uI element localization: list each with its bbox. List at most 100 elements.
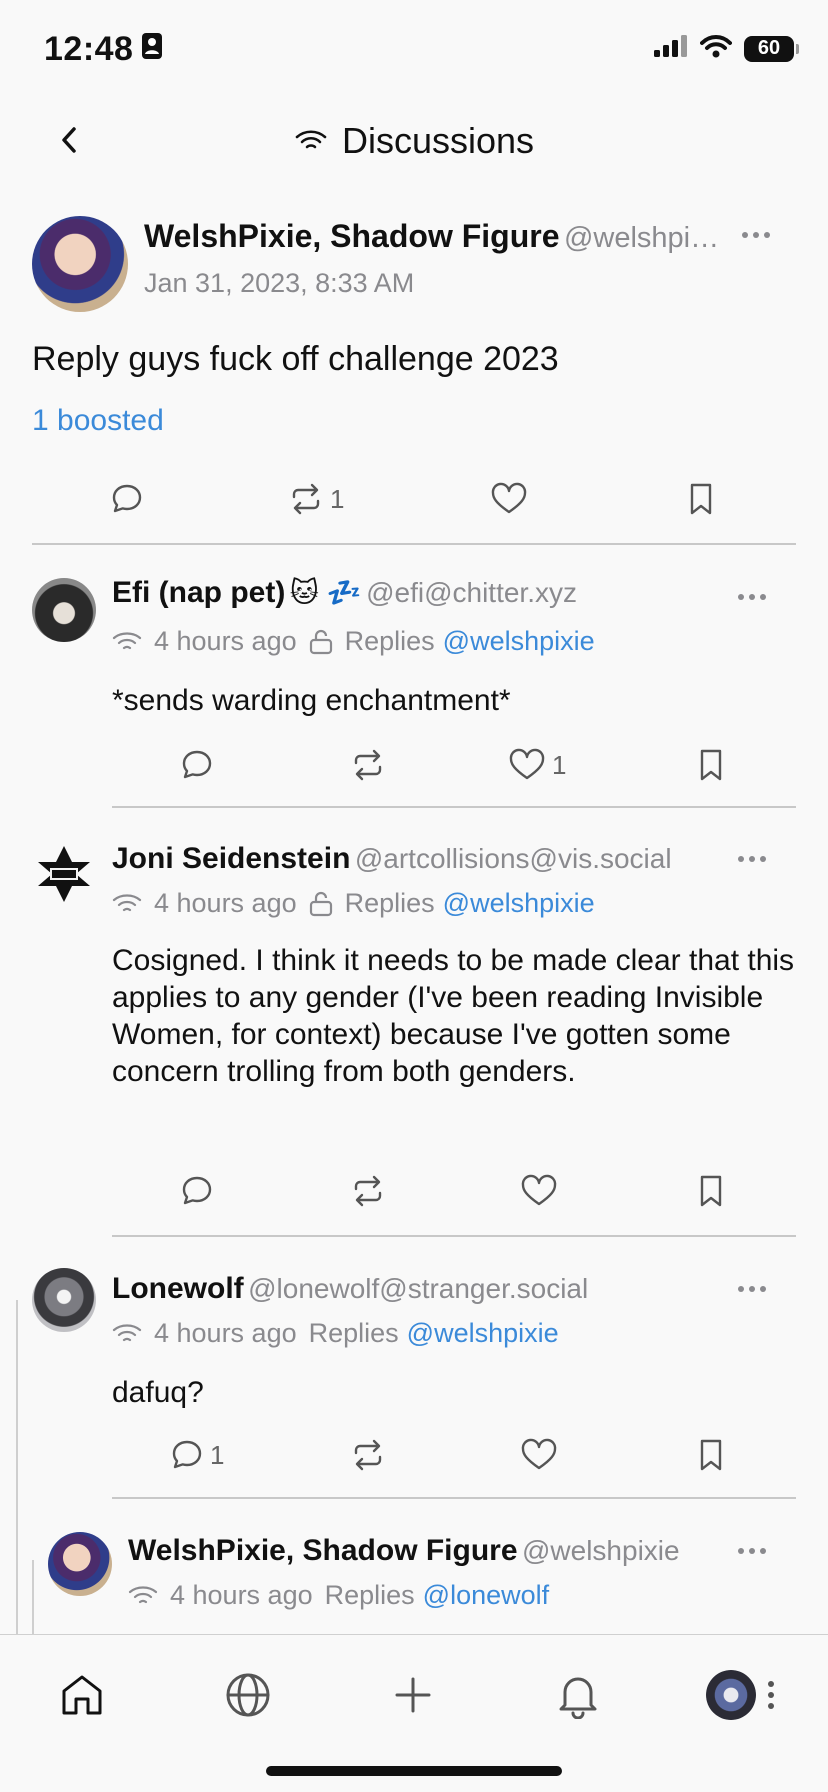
tab-notifications[interactable]	[548, 1665, 608, 1725]
reply-button[interactable]: 1	[170, 1438, 224, 1472]
author-handle: @efi@chitter.xyz	[366, 577, 577, 608]
comment-icon	[172, 1440, 202, 1469]
bookmark-icon	[700, 749, 722, 781]
lock-open-icon	[309, 891, 332, 916]
author-handle: @welshpi…	[563, 222, 720, 254]
post-time: 4 hours ago	[170, 1580, 313, 1610]
more-options-button[interactable]	[738, 854, 768, 864]
avatar[interactable]	[32, 842, 96, 906]
title-text: Discussions	[341, 120, 535, 161]
post-text: dafuq?	[112, 1376, 204, 1409]
like-button[interactable]	[520, 1438, 558, 1472]
divider	[112, 1497, 796, 1499]
thread-line	[16, 1300, 18, 1640]
reply-author-line: WelshPixie, Shadow Figure @welshpixie	[128, 1534, 680, 1568]
bookmark-icon	[700, 1439, 722, 1471]
boost-button[interactable]	[350, 748, 386, 782]
reply-button[interactable]	[110, 482, 144, 516]
lock-open-icon	[309, 629, 332, 654]
wifi-icon	[112, 631, 142, 649]
avatar[interactable]	[32, 216, 128, 312]
more-options-button[interactable]	[738, 592, 768, 602]
author-name[interactable]: Lonewolf	[112, 1272, 244, 1305]
status-indicators: 60	[654, 34, 799, 63]
reply-author-line: Efi (nap pet) 🐱 💤 @efi@chitter.xyz	[112, 576, 577, 610]
clock-text: 12:48	[44, 30, 134, 68]
boosted-link[interactable]: 1 boosted	[32, 404, 164, 438]
reply-meta: 4 hours ago Replies @welshpixie	[112, 888, 595, 919]
home-indicator	[266, 1766, 562, 1776]
status-time: 12:48	[44, 30, 163, 69]
reply-author-line: Joni Seidenstein @artcollisions@vis.soci…	[112, 842, 672, 876]
replies-label: Replies	[344, 626, 435, 656]
author-handle: @welshpixie	[521, 1535, 680, 1566]
author-name[interactable]: WelshPixie, Shadow Figure	[144, 218, 560, 254]
like-button[interactable]	[520, 1174, 558, 1208]
tab-compose[interactable]	[383, 1665, 443, 1725]
tab-explore[interactable]	[218, 1665, 278, 1725]
boost-button[interactable]: 1	[288, 482, 344, 516]
reply-meta: 4 hours ago Replies @welshpixie	[112, 1318, 559, 1349]
post-time: 4 hours ago	[154, 888, 297, 918]
bookmark-button[interactable]	[696, 1174, 726, 1208]
post-text: Cosigned. I think it needs to be made cl…	[112, 944, 795, 1088]
author-name[interactable]: Efi (nap pet)	[112, 576, 285, 609]
reply-meta: 4 hours ago Replies @lonewolf	[128, 1580, 549, 1611]
globe-icon	[226, 1673, 270, 1717]
battery-icon: 60	[744, 35, 799, 62]
reply-button[interactable]	[180, 1174, 214, 1208]
mention-link[interactable]: @welshpixie	[443, 888, 595, 919]
contact-card-icon	[141, 30, 163, 69]
like-button[interactable]: 1	[508, 748, 566, 782]
wifi-icon	[112, 893, 142, 911]
mention-link[interactable]: @welshpixie	[407, 1318, 559, 1349]
page-title: Discussions	[0, 120, 828, 162]
more-options-button[interactable]	[742, 230, 772, 240]
battery-level: 60	[757, 37, 781, 59]
tab-home[interactable]	[52, 1665, 112, 1725]
post-text: *sends warding enchantment*	[112, 684, 511, 717]
avatar[interactable]	[48, 1532, 112, 1596]
bookmark-button[interactable]	[696, 1438, 726, 1472]
comment-icon	[182, 1176, 212, 1205]
like-button[interactable]	[490, 482, 528, 516]
comment-icon	[182, 750, 212, 779]
heart-icon	[521, 1174, 557, 1206]
reply-author-line: Lonewolf @lonewolf@stranger.social	[112, 1272, 588, 1306]
repeat-icon	[292, 483, 320, 515]
bookmark-button[interactable]	[686, 482, 716, 516]
post-date: Jan 31, 2023, 8:33 AM	[144, 268, 415, 298]
post-text: Reply guys fuck off challenge 2023	[32, 340, 559, 378]
mention-link[interactable]: @lonewolf	[423, 1580, 549, 1611]
wifi-icon	[700, 34, 732, 63]
avatar[interactable]	[32, 578, 96, 642]
boost-count: 1	[330, 483, 345, 514]
wifi-icon	[112, 1323, 142, 1341]
avatar[interactable]	[32, 1268, 96, 1332]
boost-button[interactable]	[350, 1174, 386, 1208]
thread-line	[32, 1560, 34, 1640]
boost-button[interactable]	[350, 1438, 386, 1472]
bookmark-icon	[690, 483, 712, 515]
repeat-icon	[354, 1439, 382, 1471]
divider	[112, 806, 796, 808]
more-vertical-icon	[768, 1681, 774, 1709]
more-options-button[interactable]	[738, 1546, 768, 1556]
heart-icon	[521, 1438, 557, 1470]
heart-icon	[509, 748, 545, 780]
more-options-button[interactable]	[738, 1284, 768, 1294]
tab-profile[interactable]	[700, 1665, 780, 1725]
wifi-icon	[128, 1585, 158, 1603]
bookmark-button[interactable]	[696, 748, 726, 782]
profile-avatar	[706, 1670, 756, 1720]
author-name[interactable]: WelshPixie, Shadow Figure	[128, 1534, 518, 1567]
cellular-signal-icon	[654, 35, 688, 62]
author-name[interactable]: Joni Seidenstein	[112, 842, 350, 875]
replies-label: Replies	[324, 1580, 415, 1610]
reply-button[interactable]	[180, 748, 214, 782]
post-time: 4 hours ago	[154, 626, 297, 656]
mention-link[interactable]: @welshpixie	[443, 626, 595, 657]
comment-icon	[112, 484, 142, 513]
repeat-icon	[354, 749, 382, 781]
home-icon	[62, 1675, 102, 1715]
